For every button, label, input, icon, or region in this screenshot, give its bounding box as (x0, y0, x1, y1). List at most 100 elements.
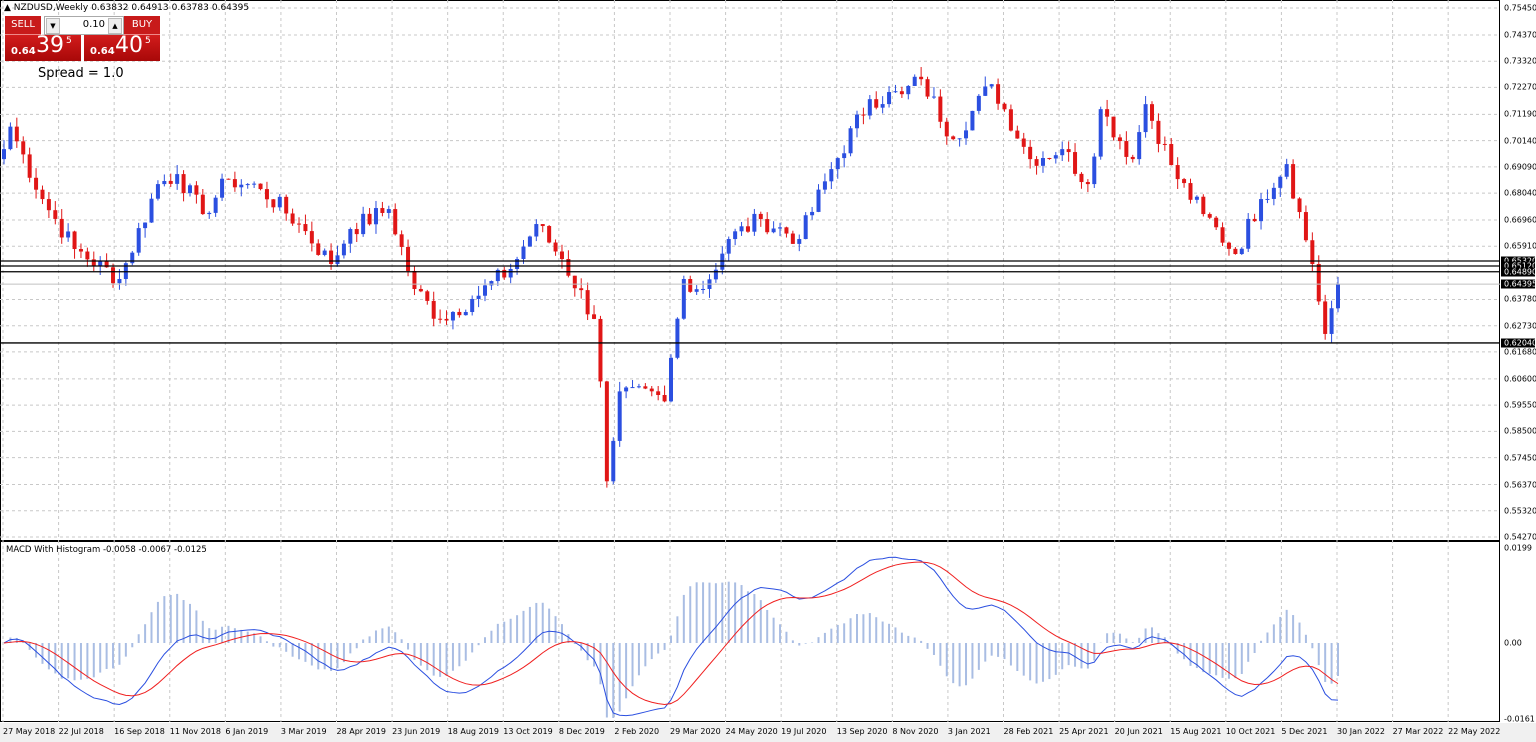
decrease-lot-button[interactable]: ▼ (46, 18, 60, 34)
time-tick: 18 Aug 2019 (447, 727, 499, 736)
bull-candle (970, 110, 975, 131)
time-tick: 5 Dec 2021 (1281, 727, 1328, 736)
bull-candle (675, 318, 680, 358)
bear-candle (1291, 164, 1296, 199)
bull-candle (636, 386, 641, 388)
bear-candle (1188, 183, 1193, 200)
bear-candle (284, 196, 289, 214)
bull-candle (835, 158, 840, 170)
bull-candle (252, 183, 257, 185)
bear-candle (200, 194, 205, 215)
bull-candle (848, 128, 853, 154)
signal-line (3, 561, 1339, 705)
bull-candle (867, 99, 872, 116)
chart-canvas[interactable] (0, 0, 1536, 742)
bear-candle (559, 251, 564, 260)
bull-candle (880, 104, 885, 108)
price-tick: 0.70140 (1504, 136, 1536, 146)
bull-candle (771, 228, 776, 233)
bull-candle (521, 246, 526, 259)
bear-candle (899, 91, 904, 95)
bull-candle (136, 228, 141, 253)
bear-candle (194, 185, 199, 195)
time-tick: 13 Sep 2020 (836, 727, 888, 736)
time-tick: 3 Jan 2021 (947, 727, 991, 736)
price-tick: 0.55320 (1504, 506, 1536, 516)
bull-candle (931, 96, 936, 98)
time-tick: 11 Nov 2018 (169, 727, 221, 736)
bear-candle (1297, 198, 1302, 213)
bear-candle (579, 288, 584, 291)
increase-lot-button[interactable]: ▲ (108, 18, 122, 34)
bull-candle (720, 253, 725, 270)
time-tick: 30 Jan 2022 (1337, 727, 1385, 736)
bull-candle (245, 184, 250, 186)
time-tick: 25 Apr 2021 (1059, 727, 1109, 736)
bear-candle (1105, 109, 1110, 117)
chart-title: ▲ NZDUSD,Weekly 0.63832 0.64913 0.63783 0.64… (4, 3, 250, 13)
bear-candle (938, 96, 943, 122)
bull-candle (341, 243, 346, 256)
price-level-label: 0.64395 (1501, 279, 1536, 289)
bear-candle (1169, 143, 1174, 166)
bull-candle (450, 311, 455, 321)
bear-candle (438, 318, 443, 320)
bull-candle (1278, 176, 1283, 188)
price-tick: 0.65910 (1504, 241, 1536, 251)
bear-candle (46, 199, 51, 211)
price-tick: 0.69090 (1504, 162, 1536, 172)
price-tick: 0.56370 (1504, 480, 1536, 490)
bull-candle (1271, 187, 1276, 199)
bear-candle (1002, 103, 1007, 110)
bull-candle (162, 181, 167, 185)
time-tick: 20 Jun 2021 (1114, 727, 1163, 736)
bull-candle (1284, 164, 1289, 177)
bear-candle (78, 249, 83, 252)
bear-candle (14, 126, 19, 142)
bear-candle (431, 300, 436, 319)
bull-candle (207, 212, 212, 215)
time-tick: 29 Mar 2020 (670, 727, 721, 736)
buy-price[interactable]: 0.64 40 5 (84, 33, 160, 61)
time-tick: 16 Sep 2018 (114, 727, 165, 736)
bear-candle (553, 242, 558, 252)
bear-candle (34, 177, 39, 190)
bull-candle (989, 84, 994, 87)
bear-candle (643, 386, 648, 389)
bear-candle (1015, 130, 1020, 139)
bear-candle (457, 311, 462, 316)
bull-candle (2, 149, 6, 160)
sell-price[interactable]: 0.64 39 5 (5, 33, 81, 61)
bull-candle (239, 184, 244, 188)
bear-candle (649, 388, 654, 392)
bull-candle (893, 91, 898, 93)
bear-candle (72, 231, 77, 250)
time-tick: 23 Jun 2019 (392, 727, 441, 736)
time-tick: 8 Nov 2020 (892, 727, 939, 736)
bull-candle (213, 197, 218, 213)
bear-candle (925, 79, 930, 97)
price-level-label: 0.62040 (1501, 338, 1536, 348)
price-tick: 0.54270 (1504, 532, 1536, 542)
bear-candle (40, 189, 45, 200)
bear-candle (226, 178, 231, 180)
price-tick: 0.71190 (1504, 109, 1536, 119)
bear-candle (874, 99, 879, 108)
bull-candle (277, 196, 282, 208)
bear-candle (784, 227, 789, 234)
bear-candle (1156, 120, 1161, 144)
lot-value[interactable]: 0.10 (83, 19, 105, 30)
bull-candle (630, 387, 635, 389)
time-tick: 22 May 2022 (1448, 727, 1501, 736)
price-tick: 0.61680 (1504, 347, 1536, 357)
bull-candle (373, 208, 378, 225)
bull-candle (8, 126, 13, 150)
bear-candle (1008, 109, 1013, 131)
bear-candle (303, 224, 308, 232)
bull-candle (470, 298, 475, 313)
bull-candle (149, 198, 154, 223)
bear-candle (1111, 116, 1116, 138)
bull-candle (1098, 109, 1103, 157)
bear-candle (290, 213, 295, 224)
bull-candle (335, 255, 340, 265)
